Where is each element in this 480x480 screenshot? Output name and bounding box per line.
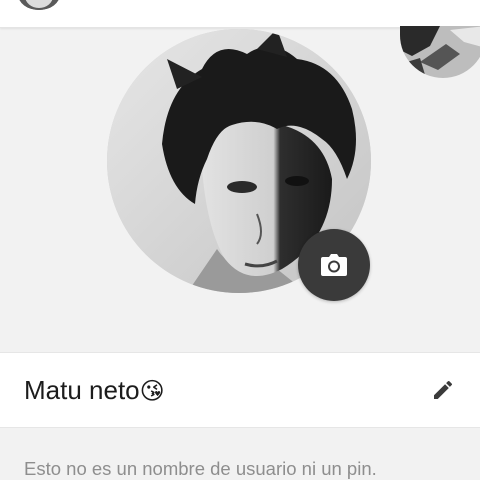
- profile-name-text: Matu neto: [24, 375, 140, 405]
- top-bar: [0, 0, 480, 28]
- edit-name-button[interactable]: [428, 375, 458, 405]
- profile-name: Matu neto😘: [24, 375, 165, 406]
- secondary-photo-thumbnail[interactable]: [400, 26, 480, 78]
- camera-icon: [321, 254, 347, 276]
- name-emoji: 😘: [139, 378, 165, 405]
- pencil-icon: [434, 380, 453, 399]
- change-photo-button[interactable]: [298, 229, 370, 301]
- profile-name-row[interactable]: Matu neto😘: [0, 352, 480, 428]
- topbar-avatar[interactable]: [18, 0, 60, 10]
- name-hint-text: Esto no es un nombre de usuario ni un pi…: [24, 458, 377, 479]
